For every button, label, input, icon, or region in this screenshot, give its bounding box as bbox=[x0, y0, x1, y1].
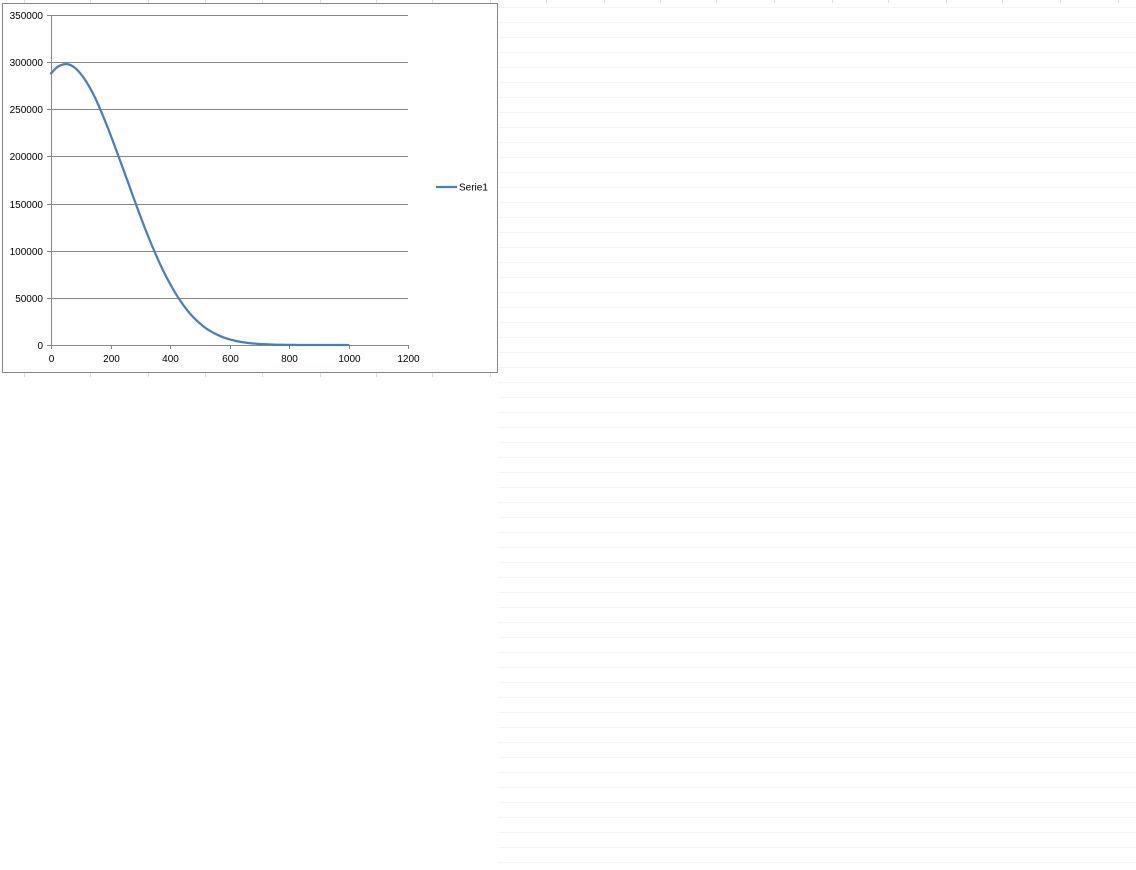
x-tick-label: 1000 bbox=[338, 354, 361, 365]
y-tick-label: 50000 bbox=[15, 294, 43, 305]
x-tick-label: 800 bbox=[281, 354, 298, 365]
y-tick-label: 200000 bbox=[10, 152, 44, 163]
y-tick-label: 300000 bbox=[10, 58, 44, 69]
y-tick-label: 0 bbox=[37, 341, 43, 352]
y-tick-label: 350000 bbox=[10, 11, 44, 22]
y-tick-label: 100000 bbox=[10, 247, 44, 258]
chart-area[interactable] bbox=[2, 3, 498, 373]
x-tick-label: 400 bbox=[162, 354, 179, 365]
x-tick-label: 200 bbox=[103, 354, 120, 365]
y-tick-label: 250000 bbox=[10, 105, 44, 116]
legend-label-serie1: Serie1 bbox=[459, 183, 488, 194]
y-tick-label: 150000 bbox=[10, 200, 44, 211]
worksheet-row-lines bbox=[498, 7, 1136, 863]
x-tick-label: 0 bbox=[49, 354, 55, 365]
x-tick-label: 1200 bbox=[397, 354, 420, 365]
x-tick-label: 600 bbox=[222, 354, 239, 365]
chart-figure: 0 50000 100000 150000 200000 250000 300000 3500… bbox=[2, 0, 1136, 863]
